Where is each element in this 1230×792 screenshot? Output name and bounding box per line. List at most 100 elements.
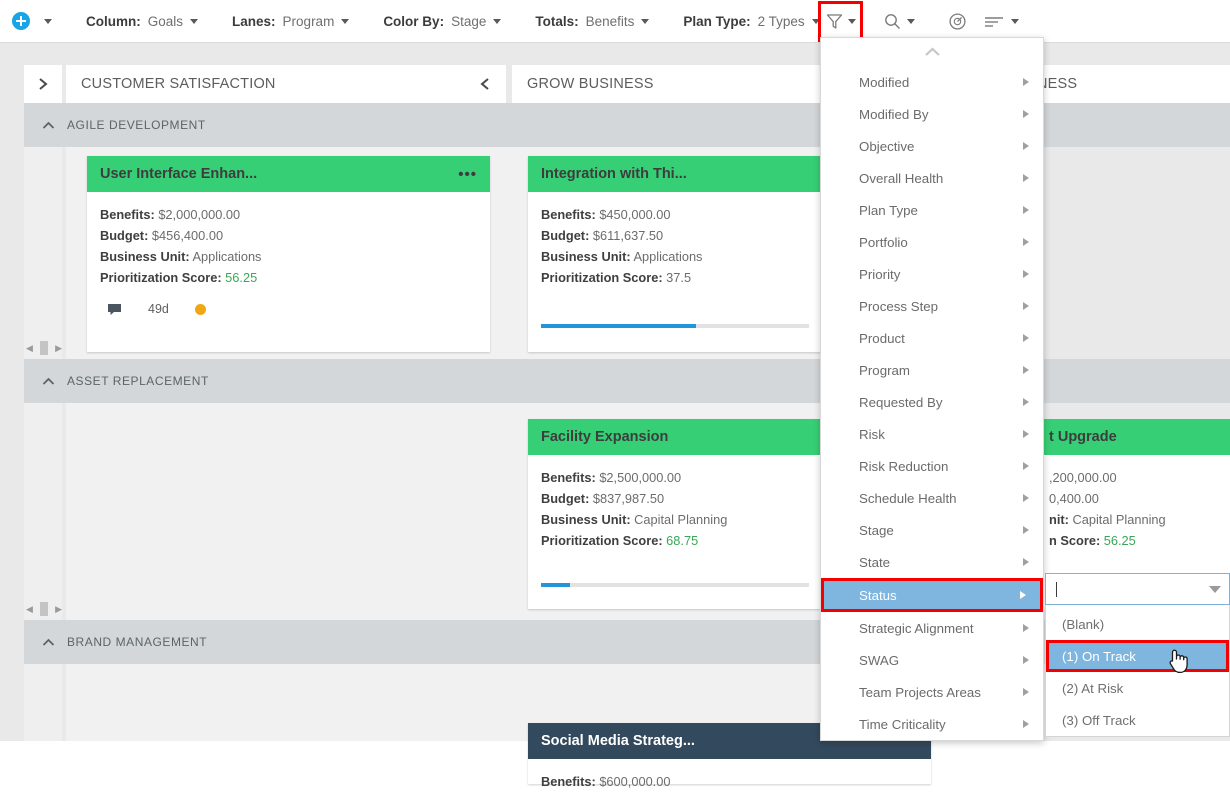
triangle-left-icon[interactable]: ◀: [26, 343, 33, 353]
filter-menu-item-risk[interactable]: Risk: [821, 418, 1043, 450]
filter-menu-item-time-criticality[interactable]: Time Criticality: [821, 708, 1043, 740]
column-header-customer-satisfaction[interactable]: CUSTOMER SATISFACTION: [66, 65, 506, 103]
chevron-up-icon[interactable]: [42, 121, 55, 130]
unit-label: Business Unit:: [541, 512, 631, 527]
triangle-right-icon[interactable]: ▶: [55, 343, 62, 353]
card-field-benefits: ,200,000.00: [1049, 467, 1217, 488]
filter-menu-item-label: Portfolio: [859, 234, 908, 250]
chevron-down-icon[interactable]: [341, 18, 350, 24]
status-option--3-off-track[interactable]: (3) Off Track: [1046, 704, 1229, 736]
status-search-input[interactable]: [1045, 573, 1230, 605]
column-value: Goals: [147, 13, 184, 29]
triangle-right-icon[interactable]: ▶: [55, 604, 62, 614]
plus-circle-icon[interactable]: [12, 12, 30, 30]
add-chevron-down-icon[interactable]: [44, 18, 52, 24]
submenu-arrow-icon: [1023, 558, 1029, 566]
submenu-arrow-icon: [1023, 238, 1029, 246]
filter-menu-item-modified[interactable]: Modified: [821, 66, 1043, 98]
chevron-left-icon[interactable]: [480, 77, 491, 91]
sort-control[interactable]: [984, 14, 1019, 28]
filter-menu-item-strategic-alignment[interactable]: Strategic Alignment: [821, 612, 1043, 644]
status-option--2-at-risk[interactable]: (2) At Risk: [1046, 672, 1229, 704]
card-header[interactable]: t Upgrade: [1036, 419, 1230, 455]
ellipsis-icon[interactable]: •••: [458, 166, 477, 183]
score-value: 56.25: [1103, 533, 1136, 548]
swimlane-header-agile-development[interactable]: AGILE DEVELOPMENT: [24, 103, 1230, 147]
filter-menu-item-portfolio[interactable]: Portfolio: [821, 226, 1043, 258]
column-label: Column:: [86, 13, 141, 29]
filter-menu-item-modified-by[interactable]: Modified By: [821, 98, 1043, 130]
card-title: User Interface Enhan...: [100, 166, 258, 182]
chevron-up-icon[interactable]: [42, 638, 55, 647]
filter-menu-item-program[interactable]: Program: [821, 354, 1043, 386]
board-expander-button[interactable]: [24, 65, 62, 103]
menu-scroll-up-button[interactable]: [821, 38, 1043, 66]
card-progress-bar: [541, 583, 809, 587]
budget-value: $837,987.50: [592, 491, 665, 506]
card-footer: 49d: [87, 288, 490, 316]
chevron-down-icon[interactable]: [493, 18, 502, 24]
chevron-down-icon[interactable]: [190, 18, 199, 24]
filter-menu-item-risk-reduction[interactable]: Risk Reduction: [821, 450, 1043, 482]
filter-menu-item-process-step[interactable]: Process Step: [821, 290, 1043, 322]
benefits-value: $2,500,000.00: [599, 470, 682, 485]
status-option--blank-[interactable]: (Blank): [1046, 608, 1229, 640]
lane-mini-scrollbar[interactable]: ◀ ▶: [26, 340, 62, 356]
filter-menu-item-schedule-health[interactable]: Schedule Health: [821, 482, 1043, 514]
colorby-label: Color By:: [383, 13, 445, 29]
comment-bubble-icon[interactable]: [107, 303, 122, 316]
toolbar-column-selector[interactable]: Column: Goals: [86, 0, 199, 42]
filter-menu-item-label: Objective: [859, 138, 915, 154]
lane-gutter: [24, 664, 62, 741]
search-icon: [885, 13, 900, 29]
submenu-arrow-icon: [1023, 688, 1029, 696]
search-chevron-down-icon[interactable]: [907, 18, 915, 24]
toolbar-plantype-selector[interactable]: Plan Type: 2 Types: [683, 0, 820, 42]
card-header[interactable]: User Interface Enhan... •••: [87, 156, 490, 192]
column-header-partial[interactable]: NESS: [1022, 65, 1230, 103]
card-title: Social Media Strateg...: [541, 733, 695, 749]
status-options-list: (Blank) (1) On Track (2) At Risk (3) Off Tr…: [1045, 605, 1230, 737]
filter-menu-item-overall-health[interactable]: Overall Health: [821, 162, 1043, 194]
filter-menu-item-product[interactable]: Product: [821, 322, 1043, 354]
search-control[interactable]: [884, 13, 915, 30]
filter-menu-item-requested-by[interactable]: Requested By: [821, 386, 1043, 418]
scrollbar-thumb[interactable]: [40, 602, 48, 616]
filter-menu-item-state[interactable]: State: [821, 546, 1043, 578]
chevron-down-icon[interactable]: [1209, 585, 1221, 593]
sort-chevron-down-icon[interactable]: [1011, 18, 1019, 24]
lane-mini-scrollbar[interactable]: ◀ ▶: [26, 601, 62, 617]
filter-menu-item-plan-type[interactable]: Plan Type: [821, 194, 1043, 226]
add-item-control[interactable]: [0, 12, 52, 30]
toolbar-colorby-selector[interactable]: Color By: Stage: [383, 0, 502, 42]
card-user-interface-enhancement[interactable]: User Interface Enhan... ••• Benefits: $2…: [87, 156, 490, 352]
filter-menu-item-label: Strategic Alignment: [859, 620, 974, 636]
unit-label: nit:: [1049, 512, 1069, 527]
filter-menu-item-swag[interactable]: SWAG: [821, 644, 1043, 676]
toolbar-lanes-selector[interactable]: Lanes: Program: [232, 0, 350, 42]
filter-menu-item-objective[interactable]: Objective: [821, 130, 1043, 162]
left-rail: [0, 43, 24, 741]
lane-cell: [66, 403, 530, 621]
filter-menu-item-priority[interactable]: Priority: [821, 258, 1043, 290]
status-option--1-on-track[interactable]: (1) On Track: [1046, 640, 1229, 674]
filter-menu-item-status[interactable]: Status: [821, 578, 1043, 612]
filter-menu-item-team-projects-areas[interactable]: Team Projects Areas: [821, 676, 1043, 708]
filter-menu-item-label: Status: [859, 587, 897, 603]
chevron-down-icon[interactable]: [641, 18, 650, 24]
chevron-up-icon[interactable]: [42, 377, 55, 386]
lane-cell: [66, 664, 530, 741]
triangle-left-icon[interactable]: ◀: [26, 604, 33, 614]
scrollbar-thumb[interactable]: [40, 341, 48, 355]
lane-gutter: [24, 403, 62, 621]
filter-menu-item-label: Plan Type: [859, 202, 918, 218]
status-filter-submenu: (Blank) (1) On Track (2) At Risk (3) Off Tr…: [1045, 573, 1230, 737]
gauge-control[interactable]: [948, 12, 967, 31]
benefits-value: $600,000.00: [599, 774, 671, 789]
filter-funnel-button-highlight[interactable]: [818, 1, 863, 42]
gauge-icon: [949, 12, 966, 30]
swimlane-header-asset-replacement[interactable]: ASSET REPLACEMENT: [24, 359, 1230, 403]
toolbar-totals-selector[interactable]: Totals: Benefits: [535, 0, 650, 42]
filter-menu-item-stage[interactable]: Stage: [821, 514, 1043, 546]
filter-chevron-down-icon[interactable]: [847, 19, 856, 24]
